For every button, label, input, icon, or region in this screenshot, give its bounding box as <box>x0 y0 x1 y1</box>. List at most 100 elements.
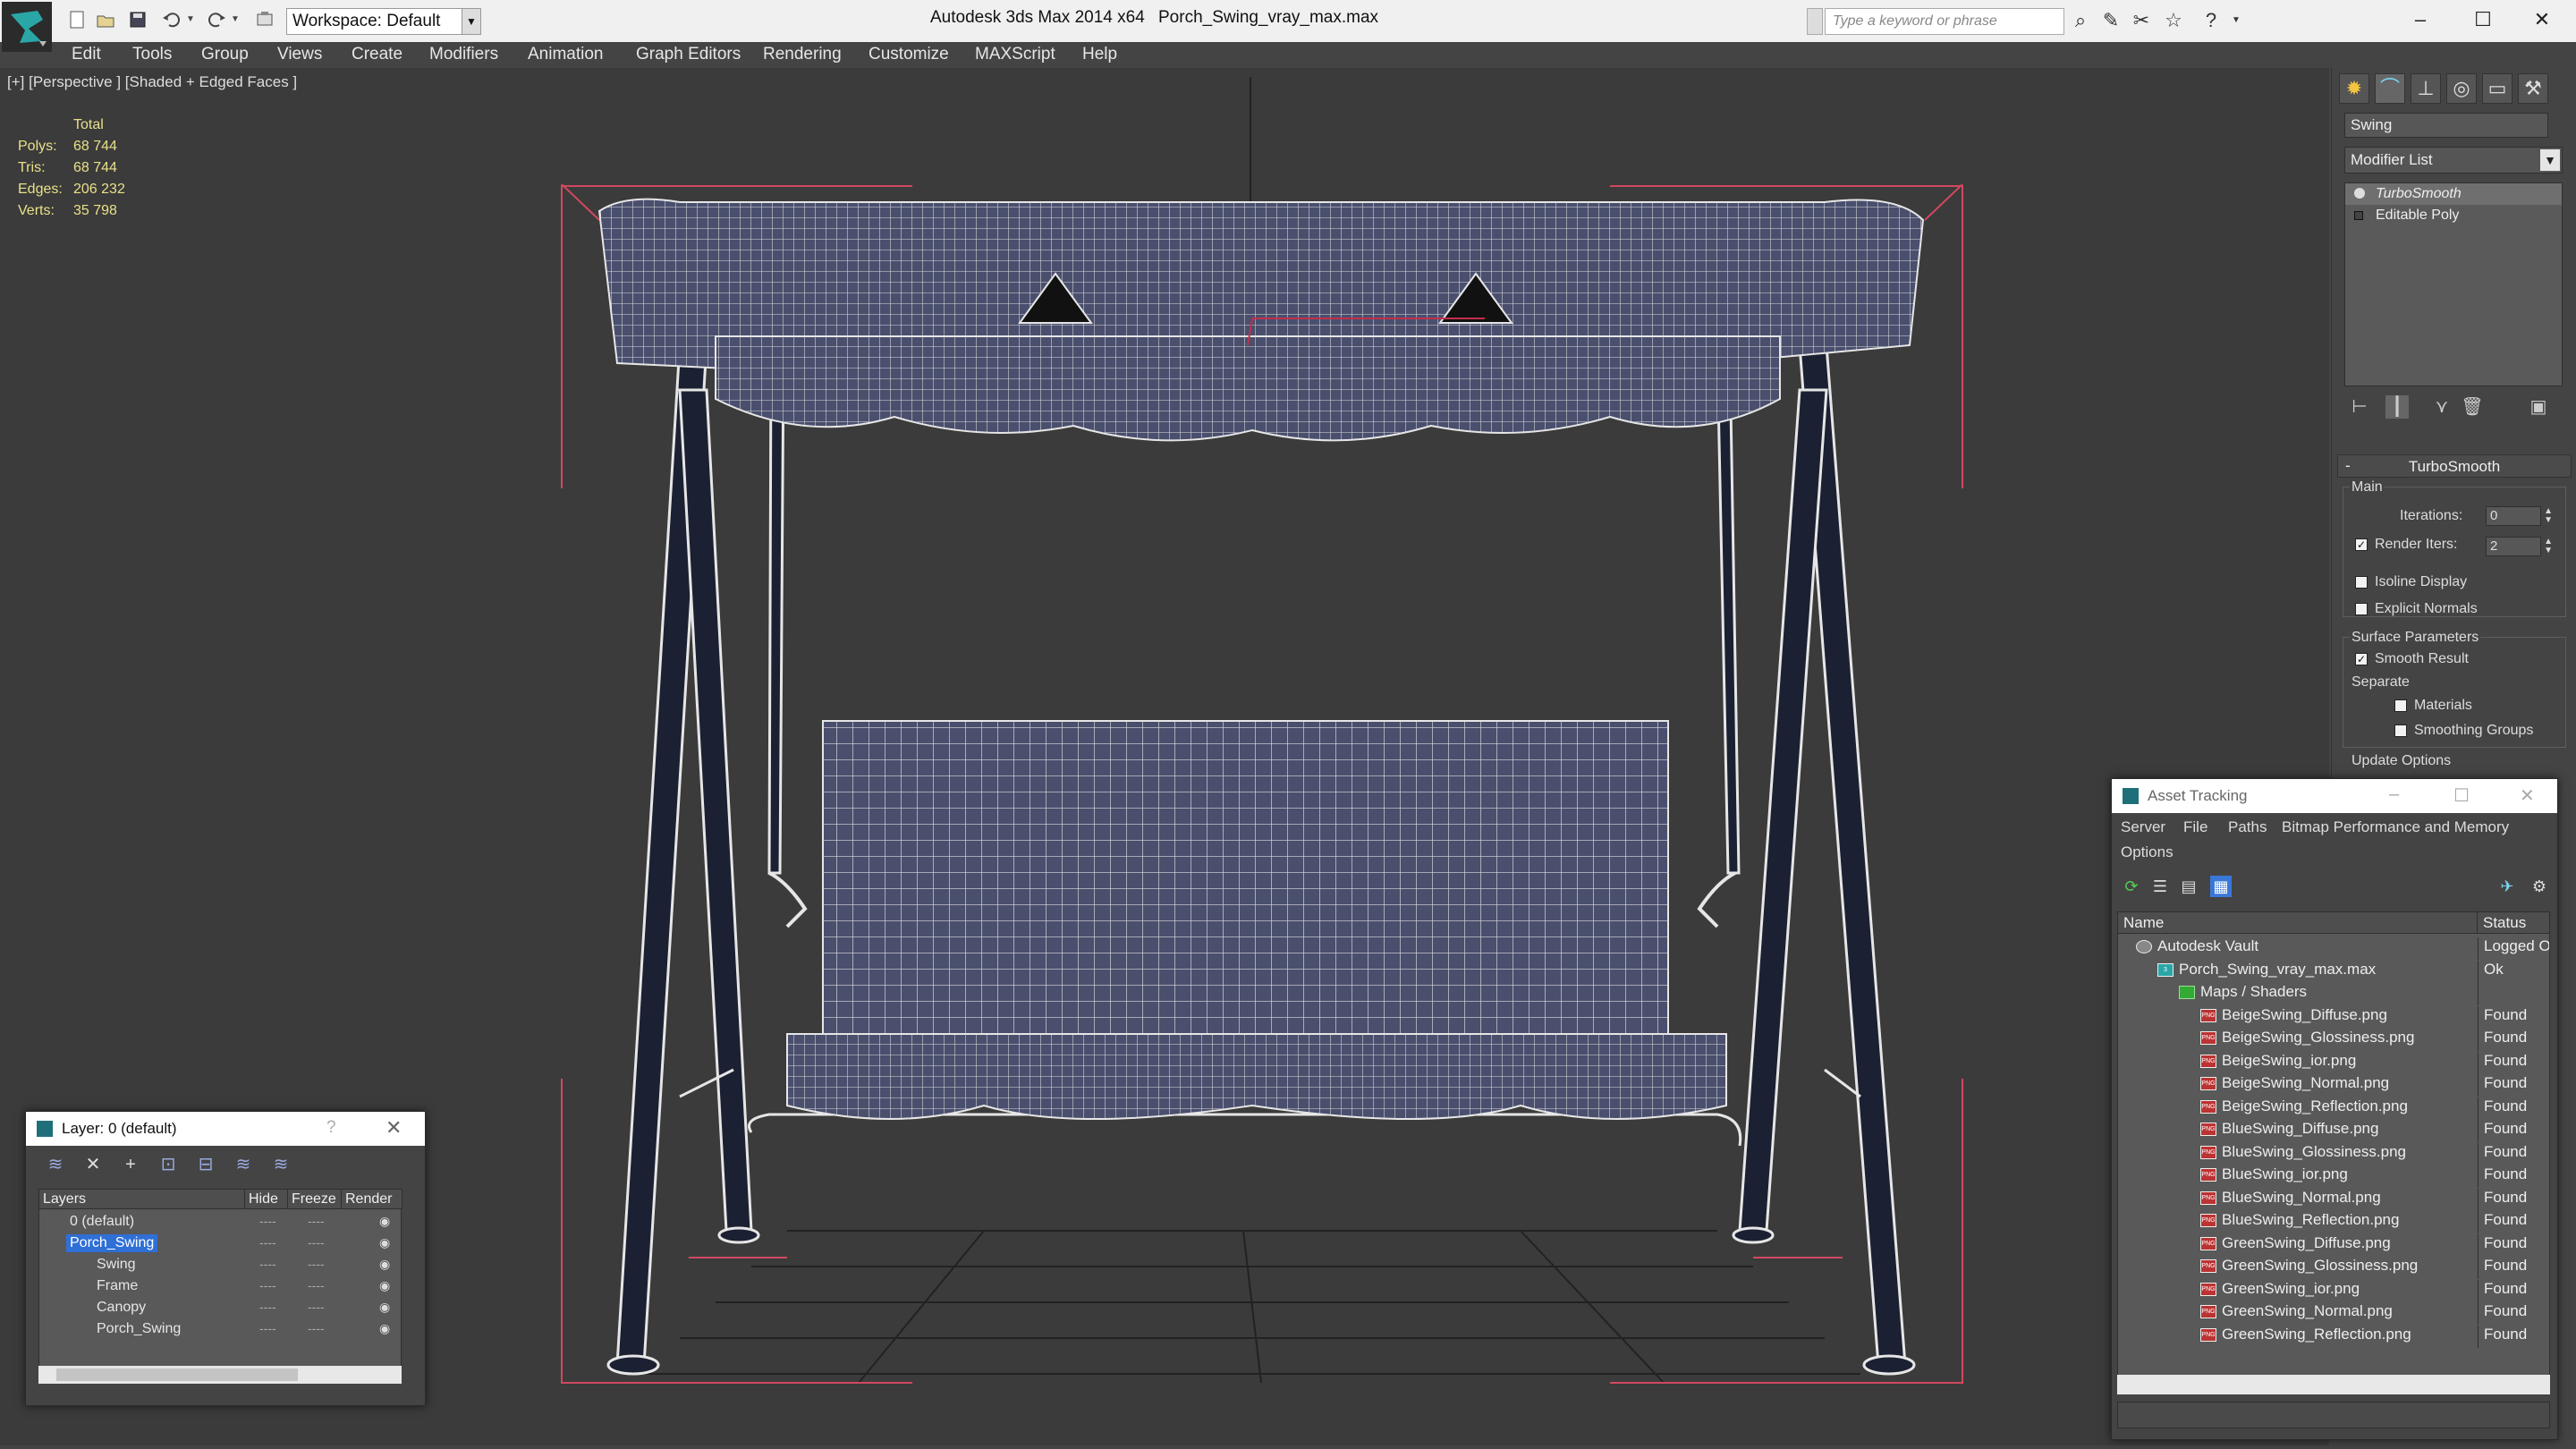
hide-toggle[interactable]: ---- <box>259 1321 276 1335</box>
asset-row[interactable]: PNG BlueSwing_Normal.png Found <box>2118 1186 2549 1211</box>
maximize-button[interactable]: ☐ <box>2465 5 2501 34</box>
stack-item-turbosmooth[interactable]: TurboSmooth <box>2345 183 2562 205</box>
create-tab-icon[interactable]: ✹ <box>2339 73 2369 104</box>
asset-menu-bitmap-performance[interactable]: Bitmap Performance and Memory <box>2282 818 2509 836</box>
new-file-icon[interactable] <box>66 9 89 30</box>
freeze-toggle[interactable]: ---- <box>308 1300 325 1314</box>
iterations-spinner[interactable]: 0 ▲ ▼ <box>2486 506 2553 526</box>
render-iters-spinner[interactable]: 2 ▲ ▼ <box>2486 537 2553 556</box>
asset-row[interactable]: PNG BeigeSwing_Glossiness.png Found <box>2118 1026 2549 1051</box>
render-iters-checkbox[interactable]: ✓ <box>2355 538 2368 551</box>
modifier-list-dropdown[interactable]: Modifier List ▼ <box>2344 147 2563 174</box>
undo-icon[interactable] <box>161 9 184 30</box>
col-status[interactable]: Status <box>2478 912 2549 934</box>
help-dropdown-icon[interactable]: ▼ <box>2225 11 2247 32</box>
minimize-button[interactable]: – <box>2402 5 2438 34</box>
col-name[interactable]: Name <box>2118 912 2478 934</box>
lightbulb-icon[interactable] <box>2354 188 2365 199</box>
search-input[interactable]: Type a keyword or phrase <box>1825 8 2064 35</box>
object-name-field[interactable]: Swing <box>2344 113 2548 138</box>
freeze-toggle[interactable]: ---- <box>308 1278 325 1292</box>
asset-menu-server[interactable]: Server <box>2121 818 2165 836</box>
redo-dropdown-icon[interactable]: ▼ <box>231 9 243 30</box>
asset-row[interactable]: Maps / Shaders <box>2118 980 2549 1005</box>
menu-graph-editors[interactable]: Graph Editors <box>636 45 741 64</box>
save-icon[interactable] <box>127 9 150 30</box>
project-folder-icon[interactable] <box>254 9 277 30</box>
minimize-button[interactable]: – <box>2389 784 2399 805</box>
hide-toggle[interactable]: ---- <box>259 1214 276 1228</box>
render-toggle-icon[interactable]: ◉ <box>379 1321 390 1336</box>
horizontal-scrollbar[interactable] <box>2117 1375 2550 1394</box>
create-layer-icon[interactable]: ≋ <box>46 1155 65 1174</box>
search-expand-icon[interactable] <box>1807 8 1823 35</box>
stack-item-editable-poly[interactable]: Editable Poly <box>2345 205 2562 226</box>
communication-center-icon[interactable]: ✂ <box>2131 11 2152 32</box>
col-render[interactable]: Render <box>342 1190 402 1209</box>
asset-row[interactable]: PNG BeigeSwing_ior.png Found <box>2118 1049 2549 1074</box>
col-hide[interactable]: Hide <box>245 1190 288 1209</box>
render-toggle-icon[interactable]: ◉ <box>379 1278 390 1293</box>
asset-row[interactable]: PNG GreenSwing_Diffuse.png Found <box>2118 1232 2549 1257</box>
subscription-icon[interactable]: ✎ <box>2100 11 2122 32</box>
help-icon[interactable]: ? <box>2200 11 2222 32</box>
render-toggle-icon[interactable]: ◉ <box>379 1300 390 1315</box>
hide-toggle[interactable]: ---- <box>259 1278 276 1292</box>
menu-group[interactable]: Group <box>201 45 249 64</box>
freeze-toggle[interactable]: ---- <box>308 1214 325 1228</box>
undo-dropdown-icon[interactable]: ▼ <box>186 9 199 30</box>
quick-access-customize-icon[interactable]: ▼ <box>462 8 481 35</box>
menu-animation[interactable]: Animation <box>528 45 604 64</box>
modify-tab-icon[interactable]: ⌒ <box>2375 73 2405 104</box>
asset-row[interactable]: PNG BeigeSwing_Diffuse.png Found <box>2118 1004 2549 1029</box>
freeze-toggle[interactable]: ---- <box>308 1321 325 1335</box>
freeze-all-layers-icon[interactable]: ≋ <box>271 1155 291 1174</box>
asset-row[interactable]: PNG GreenSwing_Reflection.png Found <box>2118 1323 2549 1348</box>
hide-all-layers-icon[interactable]: ≋ <box>233 1155 253 1174</box>
materials-checkbox[interactable] <box>2394 699 2407 712</box>
render-toggle-icon[interactable]: ◉ <box>379 1214 390 1229</box>
layer-dialog-titlebar[interactable]: Layer: 0 (default) ? ✕ <box>26 1112 425 1146</box>
asset-row[interactable]: PNG GreenSwing_Glossiness.png Found <box>2118 1254 2549 1279</box>
menu-maxscript[interactable]: MAXScript <box>975 45 1055 64</box>
workspace-dropdown[interactable]: Workspace: Default <box>286 8 481 35</box>
menu-customize[interactable]: Customize <box>869 45 949 64</box>
hide-toggle[interactable]: ---- <box>259 1235 276 1250</box>
menu-views[interactable]: Views <box>277 45 322 64</box>
menu-rendering[interactable]: Rendering <box>763 45 842 64</box>
col-layers[interactable]: Layers <box>39 1190 245 1209</box>
favorites-star-icon[interactable]: ☆ <box>2163 11 2184 32</box>
utilities-tab-icon[interactable]: ⚒ <box>2518 73 2548 104</box>
scrollbar-thumb[interactable] <box>56 1368 298 1381</box>
menu-help[interactable]: Help <box>1082 45 1117 64</box>
horizontal-scrollbar[interactable] <box>38 1366 402 1384</box>
viewport-label-menu[interactable]: [+] [Perspective ] [Shaded + Edged Faces… <box>7 73 297 91</box>
close-icon[interactable]: ✕ <box>386 1116 402 1140</box>
expand-icon[interactable] <box>2354 211 2363 220</box>
layer-row[interactable]: Porch_Swing ---- ---- ◉ <box>39 1318 402 1340</box>
maximize-button[interactable]: ☐ <box>2453 784 2470 807</box>
asset-dialog-titlebar[interactable]: Asset Tracking – ☐ ✕ <box>2112 779 2557 813</box>
list-view-icon[interactable]: ☰ <box>2149 876 2171 897</box>
help-pointer-icon[interactable]: ✈ <box>2496 876 2518 897</box>
highlight-layer-icon[interactable]: ⊟ <box>196 1155 216 1174</box>
render-toggle-icon[interactable]: ◉ <box>379 1235 390 1250</box>
asset-row[interactable]: PNG GreenSwing_ior.png Found <box>2118 1277 2549 1302</box>
pin-stack-icon[interactable]: ⊢ <box>2348 395 2371 419</box>
add-to-layer-icon[interactable]: + <box>121 1155 140 1174</box>
close-button[interactable]: ✕ <box>2520 784 2535 807</box>
explicit-normals-checkbox[interactable] <box>2355 603 2368 615</box>
asset-row[interactable]: Autodesk Vault Logged O <box>2118 935 2549 960</box>
make-unique-icon[interactable]: ⋎ <box>2430 395 2453 419</box>
asset-row[interactable]: PNG BlueSwing_Diffuse.png Found <box>2118 1117 2549 1142</box>
asset-menu-file[interactable]: File <box>2183 818 2207 836</box>
help-icon[interactable]: ? <box>326 1118 336 1138</box>
select-objects-icon[interactable]: ⊡ <box>158 1155 178 1174</box>
motion-tab-icon[interactable]: ◎ <box>2446 73 2477 104</box>
menu-create[interactable]: Create <box>352 45 402 64</box>
asset-row[interactable]: 3 Porch_Swing_vray_max.max Ok <box>2118 958 2549 983</box>
hide-toggle[interactable]: ---- <box>259 1300 276 1314</box>
binoculars-icon[interactable]: ⌕ <box>2070 11 2091 32</box>
layer-row[interactable]: Frame ---- ---- ◉ <box>39 1275 402 1297</box>
rollout-title[interactable]: - TurboSmooth <box>2337 454 2572 478</box>
